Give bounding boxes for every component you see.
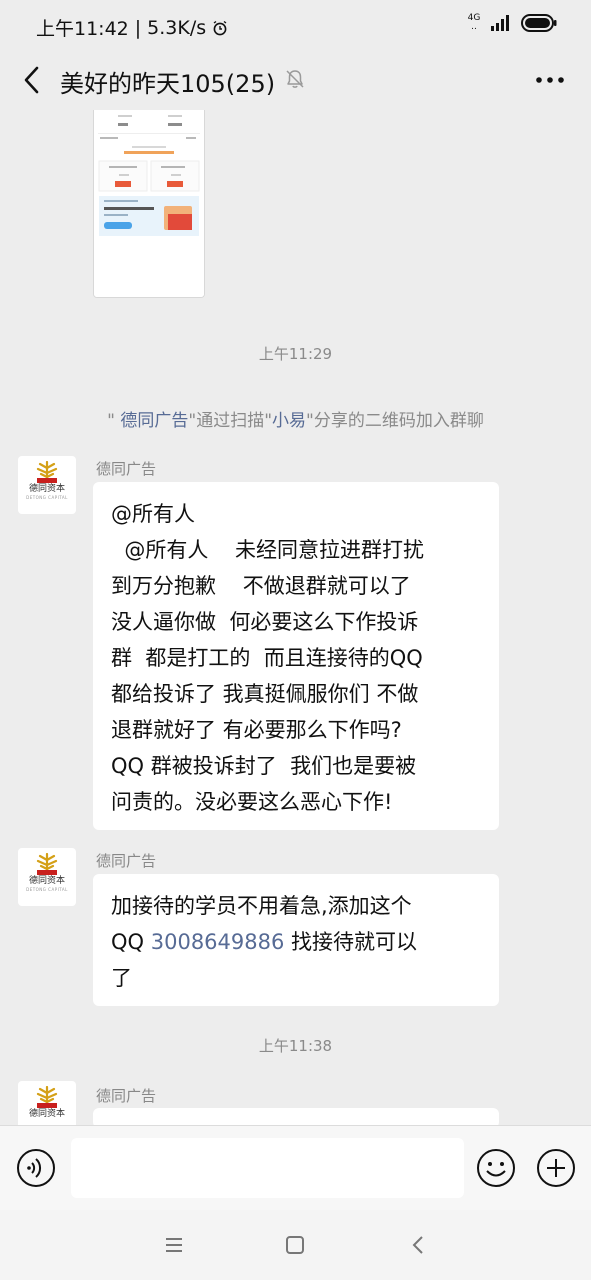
mute-icon	[286, 70, 304, 88]
message-line: @所有人 未经同意拉进群打扰	[111, 538, 425, 562]
network-speed: 5.3K/s	[147, 16, 207, 39]
screenshot-preview-image	[94, 110, 204, 297]
avatar-subname: DETONG CAPITAL	[26, 887, 68, 892]
signal-icon	[491, 15, 509, 31]
system-inviter-link[interactable]: 小易	[272, 411, 306, 431]
message-line: @所有人	[111, 502, 195, 526]
back-icon	[24, 66, 39, 94]
status-left: 上午11:42 | 5.3K/s	[36, 14, 228, 41]
message-line: 了	[111, 966, 132, 990]
company-logo-icon	[36, 1086, 58, 1108]
message-input[interactable]	[71, 1138, 464, 1198]
system-join-message: " 德同广告"通过扫描"小易"分享的二维码加入群聊	[107, 411, 484, 431]
avatar-name: 德同资本	[28, 876, 65, 886]
phone-number-link[interactable]: 3008649886	[151, 930, 285, 954]
message-line: QQ 3008649886 找接待就可以	[111, 930, 418, 954]
status-right: 4G ..	[467, 14, 557, 32]
company-logo-icon	[36, 853, 58, 875]
voice-icon[interactable]	[16, 1148, 56, 1188]
status-time: 上午11:42	[36, 18, 129, 40]
message-bubble[interactable]: 加接待的学员不用着急,添加这个 QQ 3008649886 找接待就可以 了	[93, 874, 499, 1006]
plus-icon[interactable]	[536, 1148, 576, 1188]
input-bar	[0, 1125, 591, 1211]
sender-name: 德同广告	[96, 1087, 157, 1105]
timestamp: 上午11:38	[258, 1037, 333, 1055]
sender-name: 德同广告	[96, 852, 157, 870]
status-bar: 上午11:42 | 5.3K/s 4G ..	[0, 0, 591, 52]
system-nav-bar	[0, 1210, 591, 1280]
avatar[interactable]: 德同资本 DETONG CAPITAL	[18, 456, 76, 514]
back-chevron-icon[interactable]	[406, 1232, 432, 1258]
network-type: 4G ..	[467, 13, 481, 32]
avatar-subname: DETONG CAPITAL	[26, 495, 68, 500]
menu-icon[interactable]	[161, 1232, 187, 1258]
image-message-thumbnail[interactable]	[93, 110, 205, 298]
message-line: 问责的。没必要这么恶心下作!	[111, 790, 393, 814]
message-line: 没人逼你做 何必要这么下作投诉	[111, 610, 419, 634]
back-button[interactable]	[16, 62, 46, 98]
message-line: 加接待的学员不用着急,添加这个	[111, 894, 412, 918]
avatar-name: 德同资本	[28, 1109, 65, 1119]
company-logo-icon	[36, 461, 58, 483]
message-bubble[interactable]: @所有人 @所有人 未经同意拉进群打扰 到万分抱歉 不做退群就可以了 没人逼你做…	[93, 482, 499, 830]
message-line: 退群就好了 有必要那么下作吗?	[111, 718, 402, 742]
sender-name: 德同广告	[96, 460, 157, 478]
message-line: QQ 群被投诉封了 我们也是要被	[111, 754, 417, 778]
battery-icon	[521, 14, 557, 32]
home-square-icon[interactable]	[282, 1232, 308, 1258]
status-separator: |	[134, 16, 142, 39]
chat-header: 美好的昨天105(25)	[0, 52, 591, 110]
alarm-icon	[213, 20, 227, 35]
message-line: 到万分抱歉 不做退群就可以了	[111, 574, 411, 598]
more-button[interactable]	[533, 66, 567, 94]
system-user-link[interactable]: 德同广告	[120, 411, 188, 431]
message-line: 群 都是打工的 而且连接待的QQ	[111, 646, 423, 670]
avatar-name: 德同资本	[28, 484, 65, 494]
more-icon	[536, 77, 564, 83]
chat-title: 美好的昨天105(25)	[60, 70, 276, 98]
avatar[interactable]: 德同资本 DETONG CAPITAL	[18, 848, 76, 906]
message-line: 都给投诉了 我真挺佩服你们 不做	[111, 682, 419, 706]
emoji-icon[interactable]	[476, 1148, 516, 1188]
timestamp: 上午11:29	[258, 345, 333, 363]
